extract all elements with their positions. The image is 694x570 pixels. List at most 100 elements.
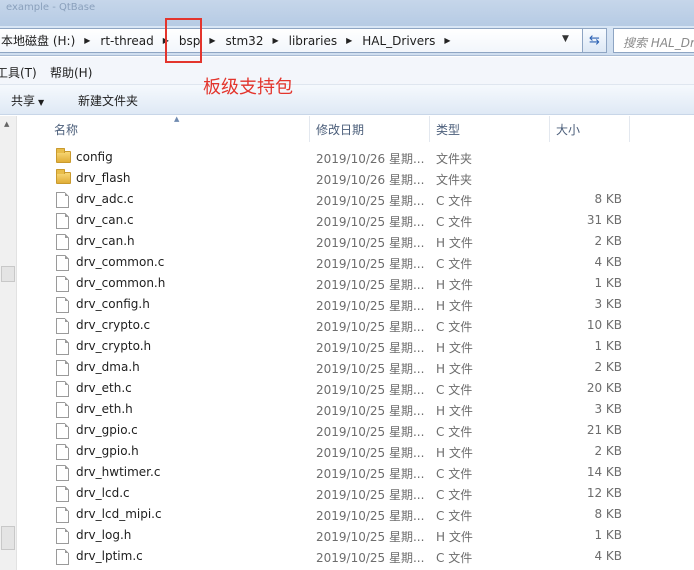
file-size: 10 KB	[586, 318, 622, 332]
file-date: 2019/10/25 星期...	[316, 530, 425, 544]
file-name: drv_log.h	[76, 528, 132, 542]
new-folder-button[interactable]: 新建文件夹	[78, 92, 138, 109]
file-name: drv_eth.c	[76, 381, 132, 395]
file-row[interactable]: drv_eth.h 2019/10/25 星期... H 文件 3 KB	[0, 399, 694, 420]
file-size: 1 KB	[594, 528, 622, 542]
file-date: 2019/10/25 星期...	[316, 404, 425, 418]
file-date: 2019/10/25 星期...	[316, 215, 425, 229]
file-row[interactable]: drv_common.h 2019/10/25 星期... H 文件 1 KB	[0, 273, 694, 294]
breadcrumb-arrow-icon[interactable]: ▶	[340, 36, 361, 45]
column-header-name[interactable]: 名称	[48, 116, 310, 142]
file-name: drv_lcd.c	[76, 486, 130, 500]
address-bar[interactable]: 本地磁盘 (H:) ▶ rt-thread ▶ bsp ▶ stm32 ▶ li…	[0, 28, 583, 53]
file-row[interactable]: drv_can.c 2019/10/25 星期... C 文件 31 KB	[0, 210, 694, 231]
file-icon	[56, 318, 69, 334]
file-row[interactable]: drv_adc.c 2019/10/25 星期... C 文件 8 KB	[0, 189, 694, 210]
file-size: 20 KB	[586, 381, 622, 395]
file-row[interactable]: drv_lcd.c 2019/10/25 星期... C 文件 12 KB	[0, 483, 694, 504]
breadcrumb-rt-thread[interactable]: rt-thread	[99, 34, 156, 48]
file-type: C 文件	[436, 215, 473, 229]
window-titlebar[interactable]: example - QtBase	[0, 0, 694, 26]
file-type: H 文件	[436, 446, 473, 460]
folder-icon	[56, 169, 71, 184]
file-type: 文件夹	[436, 173, 473, 187]
file-row[interactable]: drv_can.h 2019/10/25 星期... H 文件 2 KB	[0, 231, 694, 252]
search-input[interactable]: 搜索 HAL_Drivers	[613, 28, 694, 53]
address-dropdown-icon[interactable]: ▼	[562, 34, 569, 44]
file-row[interactable]: drv_crypto.h 2019/10/25 星期... H 文件 1 KB	[0, 336, 694, 357]
file-row[interactable]: drv_hwtimer.c 2019/10/25 星期... C 文件 14 KB	[0, 462, 694, 483]
file-icon	[56, 549, 69, 565]
file-row[interactable]: drv_lcd_mipi.c 2019/10/25 星期... C 文件 8 KB	[0, 504, 694, 525]
column-header-size[interactable]: 大小	[550, 116, 630, 142]
file-row[interactable]: drv_dma.h 2019/10/25 星期... H 文件 2 KB	[0, 357, 694, 378]
file-row[interactable]: drv_gpio.c 2019/10/25 星期... C 文件 21 KB	[0, 420, 694, 441]
file-icon	[56, 444, 69, 460]
file-size: 1 KB	[594, 339, 622, 353]
file-row[interactable]: drv_log.h 2019/10/25 星期... H 文件 1 KB	[0, 525, 694, 546]
address-bar-row: 本地磁盘 (H:) ▶ rt-thread ▶ bsp ▶ stm32 ▶ li…	[0, 26, 694, 56]
share-button[interactable]: 共享 ▼	[11, 92, 44, 109]
file-name: drv_config.h	[76, 297, 150, 311]
file-date: 2019/10/26 星期...	[316, 152, 425, 166]
file-size: 1 KB	[594, 276, 622, 290]
file-date: 2019/10/25 星期...	[316, 278, 425, 292]
file-date: 2019/10/25 星期...	[316, 488, 425, 502]
file-row[interactable]: drv_gpio.h 2019/10/25 星期... H 文件 2 KB	[0, 441, 694, 462]
file-size: 4 KB	[594, 255, 622, 269]
file-date: 2019/10/25 星期...	[316, 257, 425, 271]
breadcrumb-stm32[interactable]: stm32	[225, 34, 267, 48]
breadcrumb-drive[interactable]: 本地磁盘 (H:)	[0, 32, 78, 49]
file-name: drv_gpio.h	[76, 444, 139, 458]
file-name: drv_common.c	[76, 255, 165, 269]
file-row[interactable]: drv_crypto.c 2019/10/25 星期... C 文件 10 KB	[0, 315, 694, 336]
breadcrumb-libraries[interactable]: libraries	[288, 34, 340, 48]
file-name: drv_crypto.c	[76, 318, 151, 332]
file-size: 2 KB	[594, 234, 622, 248]
file-name: drv_gpio.c	[76, 423, 138, 437]
file-type: H 文件	[436, 278, 473, 292]
menu-tools[interactable]: 工具(T)	[0, 64, 37, 81]
file-row[interactable]: drv_flash 2019/10/26 星期... 文件夹	[0, 168, 694, 189]
file-icon	[56, 381, 69, 397]
file-name: drv_can.h	[76, 234, 135, 248]
file-type: C 文件	[436, 509, 473, 523]
file-icon	[56, 465, 69, 481]
breadcrumb-arrow-icon[interactable]: ▶	[203, 36, 224, 45]
file-date: 2019/10/26 星期...	[316, 173, 425, 187]
file-size: 12 KB	[586, 486, 622, 500]
file-row[interactable]: drv_common.c 2019/10/25 星期... C 文件 4 KB	[0, 252, 694, 273]
file-date: 2019/10/25 星期...	[316, 446, 425, 460]
breadcrumb-arrow-icon[interactable]: ▶	[78, 36, 99, 45]
file-row[interactable]: drv_eth.c 2019/10/25 星期... C 文件 20 KB	[0, 378, 694, 399]
breadcrumb: 本地磁盘 (H:) ▶ rt-thread ▶ bsp ▶ stm32 ▶ li…	[0, 29, 460, 52]
search-placeholder: 搜索 HAL_Drivers	[623, 36, 694, 50]
folder-icon	[56, 148, 71, 163]
breadcrumb-arrow-icon[interactable]: ▶	[438, 36, 459, 45]
window-title: example - QtBase	[6, 2, 96, 13]
file-icon	[56, 423, 69, 439]
scroll-up-icon[interactable]: ▲	[4, 120, 9, 128]
column-header-type[interactable]: 类型	[430, 116, 550, 142]
file-row[interactable]: config 2019/10/26 星期... 文件夹	[0, 147, 694, 168]
file-name: drv_crypto.h	[76, 339, 152, 353]
file-type: C 文件	[436, 467, 473, 481]
refresh-button[interactable]: ⇆	[583, 28, 607, 53]
file-icon	[56, 213, 69, 229]
file-row[interactable]: drv_lptim.c 2019/10/25 星期... C 文件 4 KB	[0, 546, 694, 567]
file-date: 2019/10/25 星期...	[316, 509, 425, 523]
file-name: drv_hwtimer.c	[76, 465, 161, 479]
file-type: 文件夹	[436, 152, 473, 166]
file-name: drv_can.c	[76, 213, 134, 227]
menu-help[interactable]: 帮助(H)	[50, 64, 92, 81]
column-header-date[interactable]: 修改日期	[310, 116, 430, 142]
breadcrumb-hal-drivers[interactable]: HAL_Drivers	[361, 34, 438, 48]
breadcrumb-arrow-icon[interactable]: ▶	[266, 36, 287, 45]
file-row[interactable]: drv_config.h 2019/10/25 星期... H 文件 3 KB	[0, 294, 694, 315]
file-date: 2019/10/25 星期...	[316, 425, 425, 439]
file-icon	[56, 402, 69, 418]
file-date: 2019/10/25 星期...	[316, 383, 425, 397]
file-icon	[56, 486, 69, 502]
file-name: drv_dma.h	[76, 360, 140, 374]
file-size: 4 KB	[594, 549, 622, 563]
